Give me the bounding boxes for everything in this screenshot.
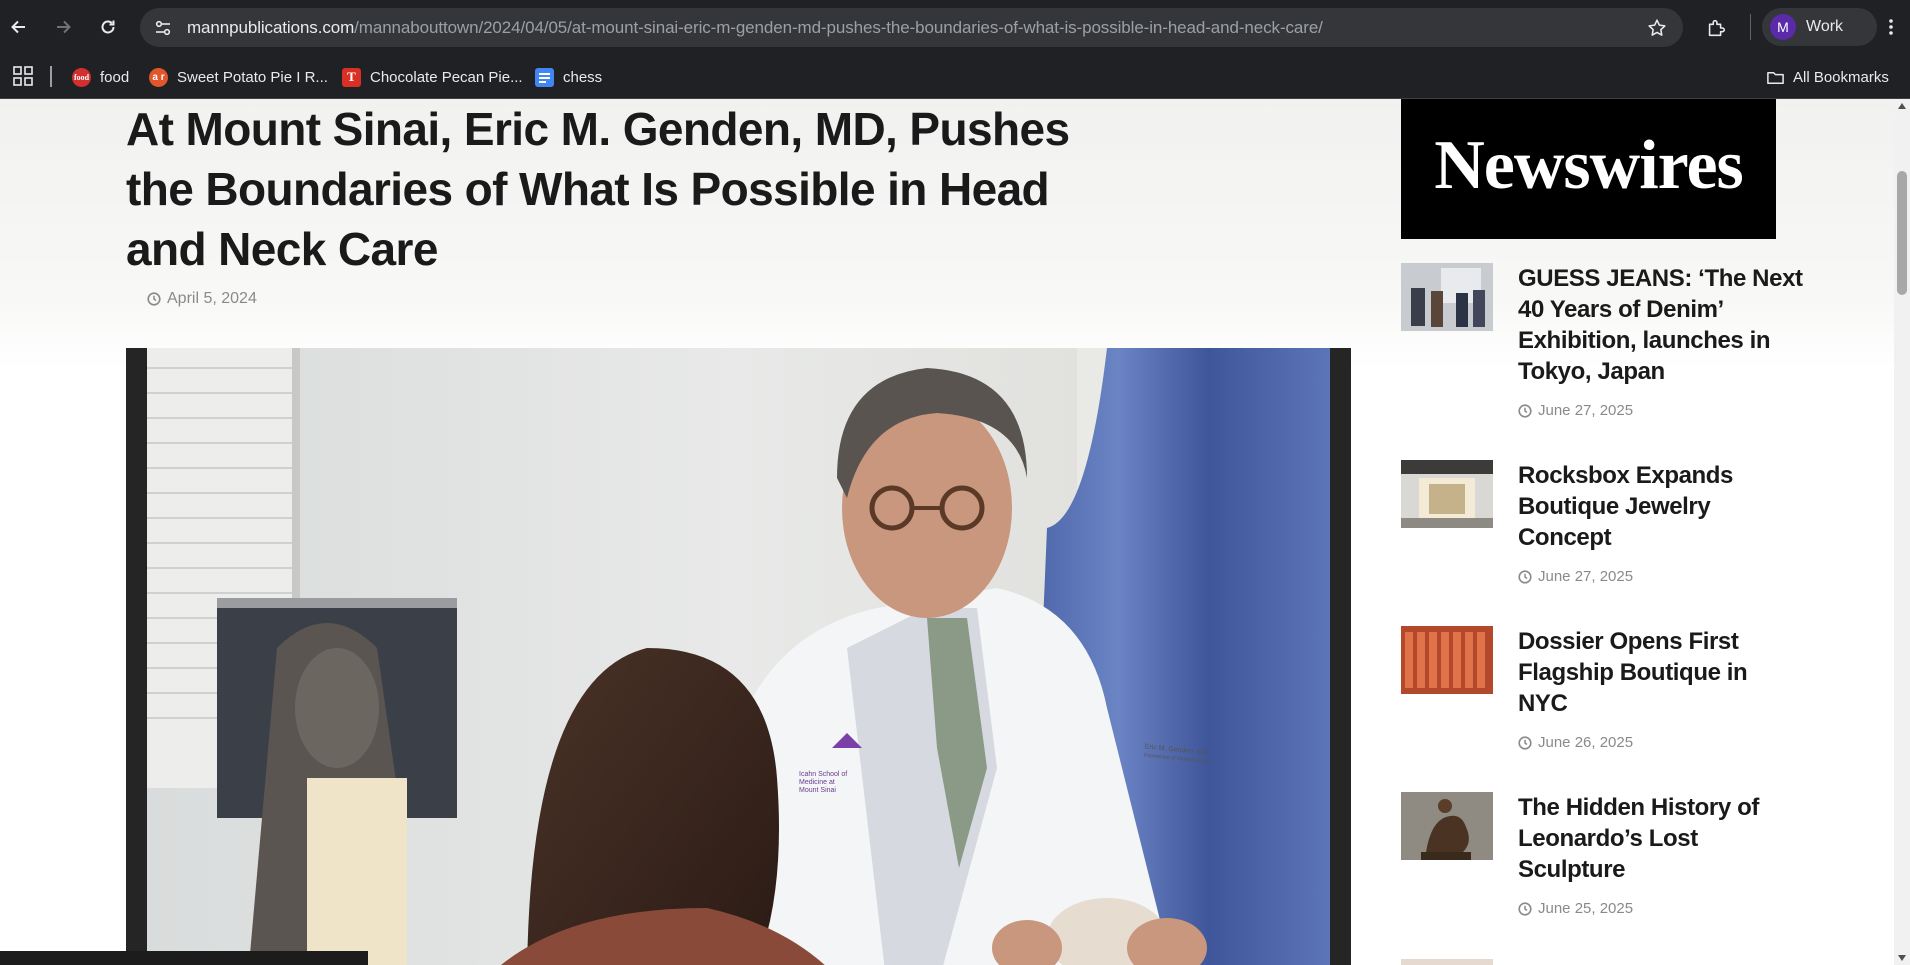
news-thumbnail-partial[interactable] [1401, 959, 1493, 965]
clock-icon [1518, 901, 1532, 916]
food-favicon: food [72, 67, 91, 87]
news-date-text: June 27, 2025 [1538, 402, 1634, 419]
news-date-text: June 26, 2025 [1538, 734, 1634, 751]
url-text[interactable]: mannpublications.com/mannabouttown/2024/… [187, 18, 1323, 38]
bookmark-label: Chocolate Pecan Pie... [370, 68, 523, 86]
url-path: /mannabouttown/2024/04/05/at-mount-sinai… [354, 18, 1323, 37]
image-caption-bar [0, 951, 368, 965]
clock-icon [147, 292, 161, 306]
newswires-banner[interactable]: Newswires [1401, 99, 1776, 239]
profile-button[interactable]: M Work [1762, 8, 1877, 46]
extensions-button[interactable] [1700, 12, 1732, 44]
bookmark-label: Sweet Potato Pie I R... [177, 68, 328, 86]
featured-image[interactable]: Eric M. Genden, MD Department of Otolary… [126, 348, 1351, 965]
coat-logo-text: Icahn School of Medicine at Mount Sinai [799, 771, 848, 794]
arrow-left-icon [11, 20, 25, 34]
bookmarks-divider [50, 66, 52, 87]
news-thumbnail[interactable] [1401, 626, 1493, 694]
scroll-up-arrow-icon[interactable] [1898, 103, 1906, 109]
doctor-patient-photo [147, 348, 1330, 965]
scroll-down-arrow-icon[interactable] [1898, 955, 1906, 961]
folder-icon [1767, 71, 1784, 84]
browser-menu-button[interactable] [1876, 12, 1906, 42]
reload-button[interactable] [91, 10, 125, 44]
clock-icon [1518, 569, 1532, 584]
site-info-icon[interactable] [152, 17, 174, 39]
news-title[interactable]: Rocksbox Expands Boutique Jewelry Concep… [1518, 460, 1803, 553]
page-viewport: At Mount Sinai, Eric M. Genden, MD, Push… [0, 99, 1894, 965]
news-thumbnail[interactable] [1401, 792, 1493, 860]
news-title[interactable]: GUESS JEANS: ‘The Next 40 Years of Denim… [1518, 263, 1803, 387]
bookmarks-bar: food food a r Sweet Potato Pie I R... T … [0, 54, 1910, 99]
browser-toolbar: mannpublications.com/mannabouttown/2024/… [0, 0, 1910, 54]
news-thumbnail[interactable] [1401, 460, 1493, 528]
news-title[interactable]: Dossier Opens First Flagship Boutique in… [1518, 626, 1803, 719]
scrollbar-thumb[interactable] [1897, 171, 1907, 295]
bookmark-chess[interactable]: chess [535, 63, 602, 91]
star-icon [1648, 19, 1666, 36]
reload-icon [101, 20, 115, 34]
newswires-logo-text: Newswires [1434, 127, 1744, 204]
news-title[interactable]: The Hidden History of Leonardo’s Lost Sc… [1518, 792, 1803, 885]
bookmark-chocolate-pecan-pie[interactable]: T Chocolate Pecan Pie... [342, 63, 523, 91]
bookmark-label: chess [563, 68, 603, 86]
address-bar[interactable]: mannpublications.com/mannabouttown/2024/… [140, 8, 1683, 47]
kebab-menu-icon [1889, 19, 1893, 35]
bookmark-sweet-potato-pie[interactable]: a r Sweet Potato Pie I R... [149, 63, 328, 91]
url-domain: mannpublications.com [187, 18, 355, 37]
back-button[interactable] [2, 10, 36, 44]
news-thumbnail[interactable] [1401, 263, 1493, 331]
news-date: June 27, 2025 [1518, 568, 1633, 585]
news-date-text: June 27, 2025 [1538, 568, 1634, 585]
news-date-text: June 25, 2025 [1538, 900, 1634, 917]
news-date: June 27, 2025 [1518, 402, 1633, 419]
clock-icon [1518, 735, 1532, 750]
nyt-favicon: T [342, 67, 361, 87]
article-date-text: April 5, 2024 [167, 290, 257, 307]
puzzle-icon [1708, 19, 1726, 37]
article-date: April 5, 2024 [147, 290, 257, 308]
news-date: June 26, 2025 [1518, 734, 1633, 751]
apps-grid-icon[interactable] [12, 65, 34, 87]
toolbar-divider [1750, 14, 1751, 40]
all-bookmarks-label: All Bookmarks [1793, 68, 1889, 86]
allrecipes-favicon: a r [149, 67, 168, 87]
arrow-right-icon [57, 20, 71, 34]
google-docs-favicon [535, 67, 554, 87]
forward-button[interactable] [46, 10, 80, 44]
news-date: June 25, 2025 [1518, 900, 1633, 917]
clock-icon [1518, 403, 1532, 418]
profile-avatar: M [1770, 14, 1796, 40]
vertical-scrollbar[interactable] [1894, 99, 1910, 965]
profile-label: Work [1806, 18, 1844, 35]
all-bookmarks-button[interactable]: All Bookmarks [1766, 63, 1889, 91]
article-title: At Mount Sinai, Eric M. Genden, MD, Push… [126, 103, 1070, 275]
bookmark-food[interactable]: food food [72, 63, 129, 91]
bookmark-star-button[interactable] [1645, 16, 1669, 40]
bookmark-label: food [100, 68, 130, 86]
